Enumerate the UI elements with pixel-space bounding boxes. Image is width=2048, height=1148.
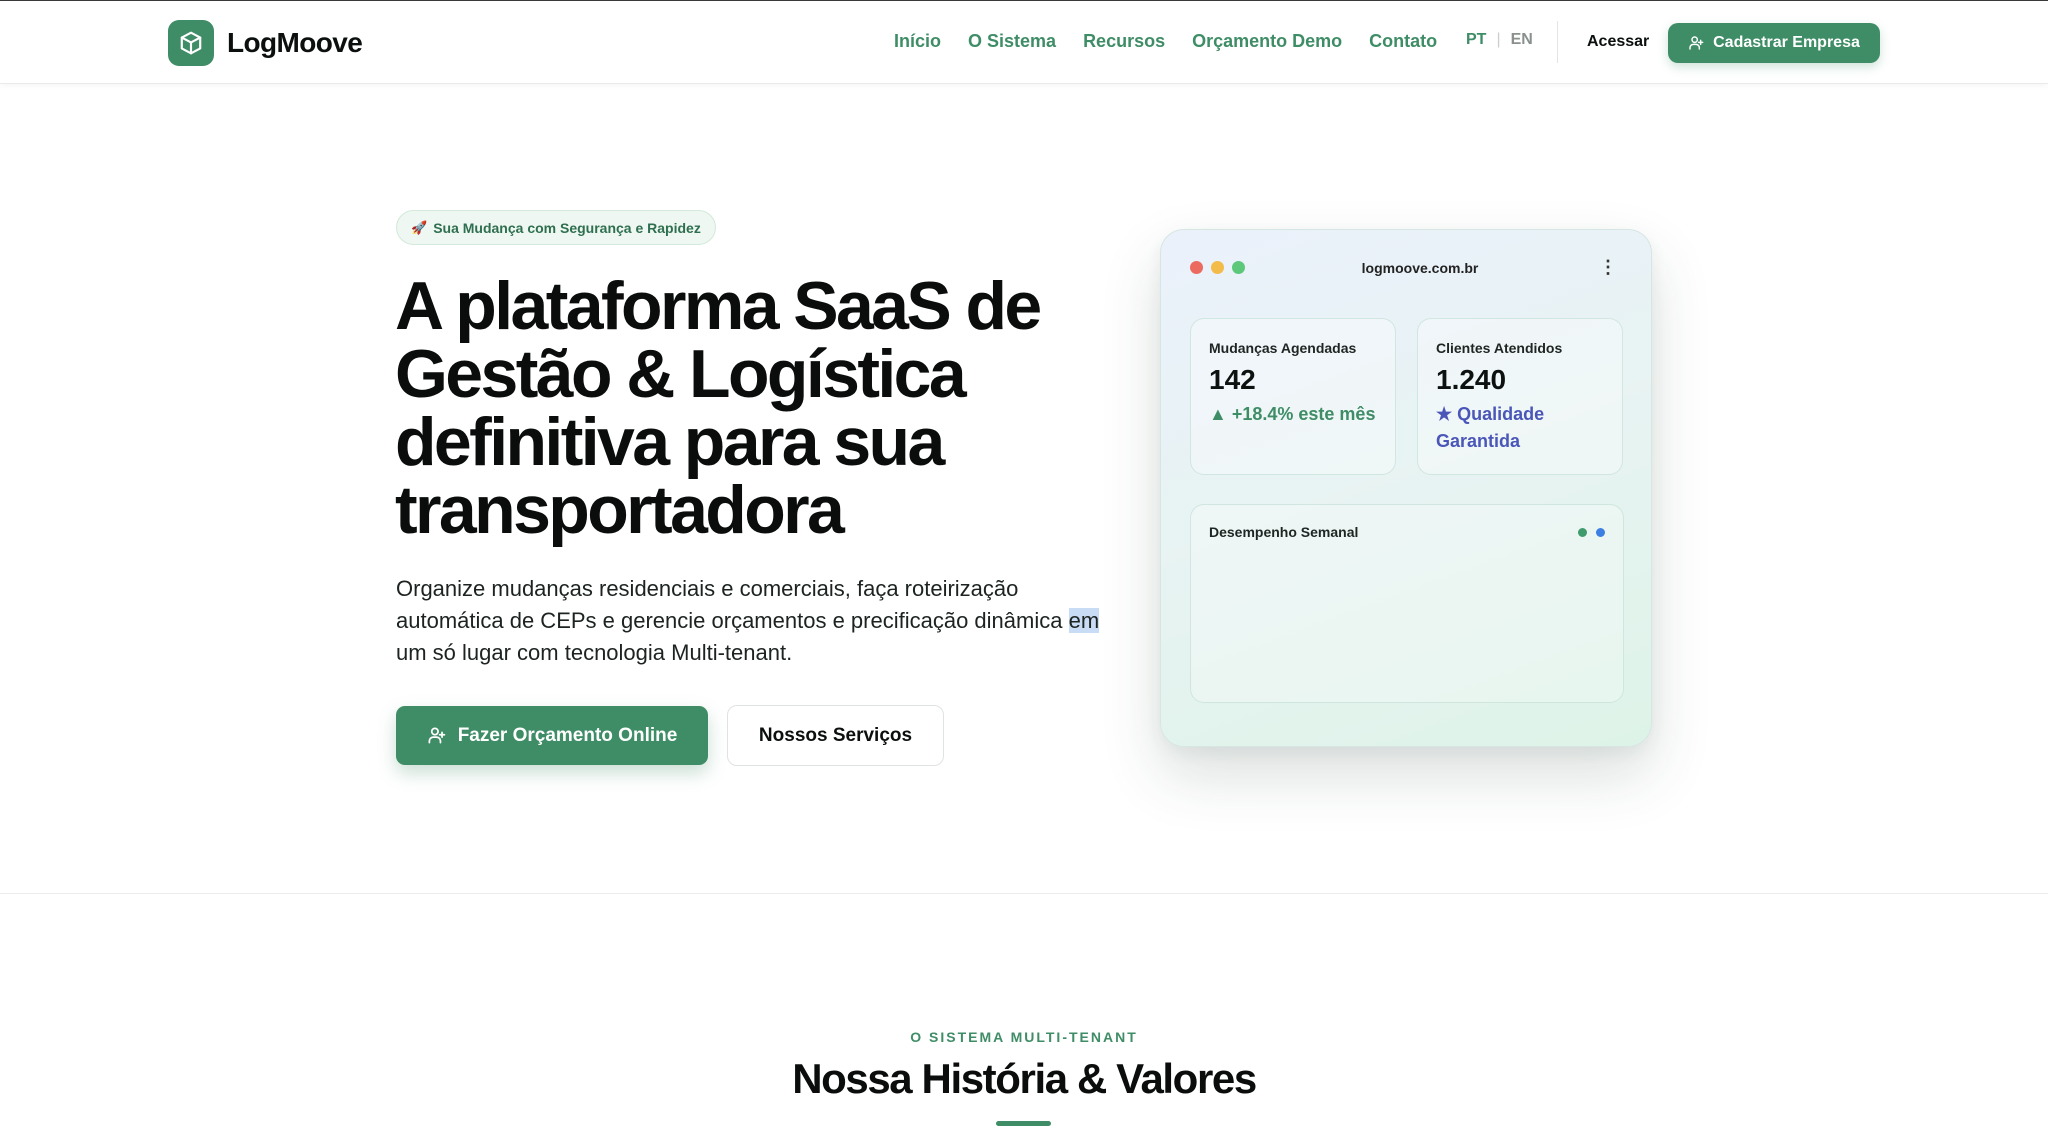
main-nav: Início O Sistema Recursos Orçamento Demo… [894, 31, 1464, 52]
quote-online-button[interactable]: Fazer Orçamento Online [396, 706, 708, 765]
hero-badge: 🚀 Sua Mudança com Segurança e Rapidez [396, 210, 716, 245]
signup-label: Cadastrar Empresa [1713, 34, 1860, 51]
brand[interactable]: LogMoove [168, 20, 363, 66]
chart-label: Desempenho Semanal [1209, 524, 1359, 540]
user-plus-icon [1688, 35, 1704, 51]
stat-label: Clientes Atendidos [1436, 340, 1563, 356]
brand-name: LogMoove [227, 27, 363, 58]
dashboard-mockup: logmoove.com.br ⋮ Mudanças Agendadas 142… [1160, 229, 1652, 747]
hero-title: A plataforma SaaS de Gestão & Logística … [395, 268, 1042, 548]
hero-description-text-end: um só lugar com tecnologia Multi-tenant. [396, 640, 793, 665]
title-underline [996, 1121, 1051, 1126]
lang-en[interactable]: EN [1511, 31, 1533, 49]
our-services-button[interactable]: Nossos Serviços [727, 705, 944, 766]
more-vertical-icon[interactable]: ⋮ [1599, 257, 1617, 278]
stat-trend-text: +18.4% este mês [1231, 404, 1376, 424]
lang-pt[interactable]: PT [1466, 31, 1486, 49]
nav-divider [1557, 21, 1558, 63]
text-selection: em [1068, 608, 1100, 633]
mockup-url: logmoove.com.br [1361, 260, 1479, 276]
quote-online-label: Fazer Orçamento Online [457, 724, 678, 746]
user-plus-icon [427, 726, 446, 745]
nav-link-contato[interactable]: Contato [1369, 31, 1437, 52]
legend-dot-green [1578, 528, 1587, 537]
legend-dot-blue [1596, 528, 1605, 537]
cube-icon [168, 20, 214, 66]
section-eyebrow: O SISTEMA MULTI-TENANT [910, 1029, 1138, 1045]
weekly-performance-card: Desempenho Semanal [1190, 504, 1624, 703]
hero-badge-text: Sua Mudança com Segurança e Rapidez [433, 219, 701, 236]
stat-card-scheduled-moves: Mudanças Agendadas 142 ▲ +18.4% este mês [1190, 318, 1396, 475]
stat-quality-text: Qualidade Garantida [1436, 404, 1545, 451]
lang-separator: | [1496, 31, 1501, 48]
hero-description-text: Organize mudanças residenciais e comerci… [396, 576, 1069, 633]
rocket-icon: 🚀 [411, 219, 428, 235]
nav-link-inicio[interactable]: Início [894, 31, 941, 52]
stat-value: 142 [1209, 364, 1256, 395]
language-switcher: PT | EN [1466, 31, 1533, 49]
star-icon: ★ [1436, 404, 1453, 424]
section-divider [0, 893, 2048, 894]
nav-link-o-sistema[interactable]: O Sistema [968, 31, 1056, 52]
triangle-up-icon: ▲ [1209, 404, 1227, 424]
nav-link-recursos[interactable]: Recursos [1083, 31, 1165, 52]
section-title: Nossa História & Valores [792, 1055, 1257, 1102]
stat-value: 1.240 [1436, 364, 1507, 395]
hero-description: Organize mudanças residenciais e comerci… [396, 573, 1116, 669]
login-link[interactable]: Acessar [1587, 33, 1649, 51]
stat-label: Mudanças Agendadas [1209, 340, 1357, 356]
stat-quality: ★ Qualidade Garantida [1436, 401, 1616, 455]
navbar: LogMoove Início O Sistema Recursos Orçam… [0, 1, 2048, 84]
stat-card-clients-served: Clientes Atendidos 1.240 ★ Qualidade Gar… [1417, 318, 1623, 475]
stat-trend: ▲ +18.4% este mês [1209, 401, 1389, 428]
nav-link-orcamento-demo[interactable]: Orçamento Demo [1192, 31, 1342, 52]
signup-button[interactable]: Cadastrar Empresa [1668, 23, 1880, 63]
